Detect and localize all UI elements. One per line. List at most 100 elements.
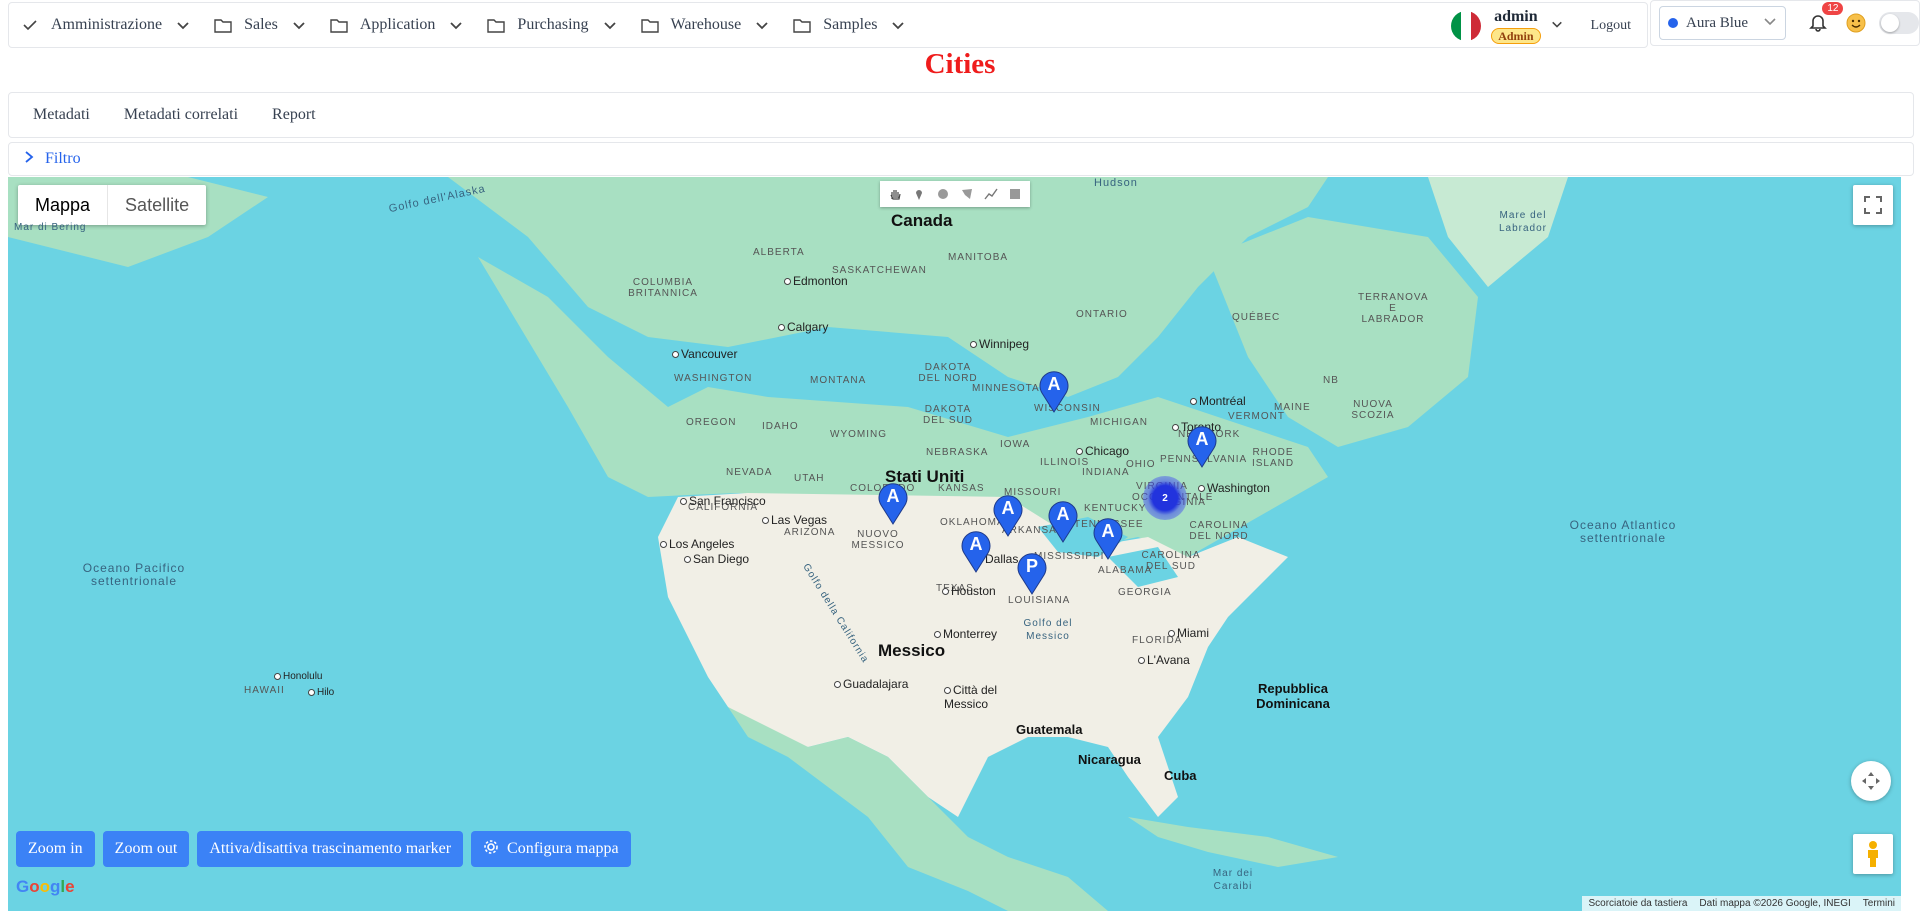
marker-label: A <box>1047 374 1061 394</box>
polyline-icon[interactable] <box>982 185 1000 203</box>
map-marker[interactable]: A <box>1092 516 1124 560</box>
polygon-icon[interactable] <box>958 185 976 203</box>
menu-samples[interactable]: Samples <box>781 3 917 47</box>
map-label-region: MONTANA <box>810 375 867 386</box>
user-menu[interactable]: admin Admin <box>1491 7 1541 44</box>
map-label-ocean: Oceano Atlantico settentrionale <box>1569 518 1677 545</box>
pegman-icon[interactable] <box>1853 834 1893 874</box>
italy-flag-icon[interactable] <box>1451 11 1482 41</box>
menu-label: Application <box>359 16 436 33</box>
map-label-region: MINNESOTA <box>972 383 1040 394</box>
map-type-control: Mappa Satellite <box>18 185 207 225</box>
map-type-satellite-button[interactable]: Satellite <box>108 185 206 225</box>
folder-icon <box>487 16 506 34</box>
gear-icon <box>483 839 499 860</box>
emoji-face-icon[interactable] <box>1845 12 1867 34</box>
map-data-credit: Dati mappa ©2026 Google, INEGI <box>1699 898 1851 909</box>
circle-icon[interactable] <box>934 185 952 203</box>
map-label-region: GEORGIA <box>1118 587 1172 598</box>
map-label-country: Guatemala <box>1016 722 1083 737</box>
map-label-city: Chicago <box>1076 444 1129 458</box>
map-label-region: LOUISIANA <box>1008 595 1071 606</box>
map-label-country: Messico <box>878 641 946 660</box>
map-view[interactable]: Mappa Satellite Canada Stati Uniti Messi… <box>8 177 1901 911</box>
map-label-country: Repubblica Dominicana <box>1256 681 1330 711</box>
map-action-buttons: Zoom in Zoom out Attiva/disattiva trasci… <box>16 831 631 867</box>
map-label-city: L'Avana <box>1138 653 1190 667</box>
map-label-region: ARIZONA <box>784 527 836 538</box>
chevron-down-icon[interactable] <box>1551 17 1563 35</box>
rectangle-icon[interactable] <box>1006 185 1024 203</box>
map-marker[interactable]: P <box>1016 551 1048 595</box>
map-label-region: DAKOTA DEL NORD <box>918 362 978 384</box>
marker-label: A <box>886 486 900 506</box>
keyboard-shortcuts-link[interactable]: Scorciatoie da tastiera <box>1588 898 1687 909</box>
map-label-city: San Diego <box>684 552 749 566</box>
fullscreen-icon[interactable] <box>1853 185 1893 225</box>
menu-label: Purchasing <box>517 16 589 33</box>
map-label-city: Miami <box>1168 626 1209 640</box>
map-type-map-button[interactable]: Mappa <box>18 185 109 225</box>
hand-icon[interactable] <box>886 185 904 203</box>
menu-label: Amministrazione <box>51 16 163 33</box>
map-label-region: ALABAMA <box>1098 565 1153 576</box>
map-label-ocean: Oceano Pacifico settentrionale <box>82 561 186 588</box>
tab-metadati[interactable]: Metadati <box>33 106 90 124</box>
marker-label: P <box>1025 556 1038 576</box>
toggle-marker-drag-button[interactable]: Attiva/disattiva trascinamento marker <box>197 831 464 867</box>
map-label-region: KANSAS <box>938 483 985 494</box>
tab-report[interactable]: Report <box>272 106 316 124</box>
map-marker[interactable]: A <box>877 481 909 525</box>
camera-control-icon[interactable] <box>1851 761 1891 801</box>
menu-sales[interactable]: Sales <box>202 3 318 47</box>
menu-warehouse[interactable]: Warehouse <box>629 3 782 47</box>
configure-map-button[interactable]: Configura mappa <box>471 831 631 867</box>
chevron-down-icon <box>603 18 617 32</box>
menu-purchasing[interactable]: Purchasing <box>475 3 628 47</box>
folder-icon <box>793 16 811 34</box>
map-label-country: Canada <box>891 211 953 230</box>
map-marker[interactable]: A <box>960 529 992 573</box>
marker-cluster[interactable]: 2 <box>1143 476 1187 520</box>
bell-icon[interactable]: 12 <box>1808 2 1844 34</box>
map-label-city: Washington <box>1198 481 1270 495</box>
user-role-badge: Admin <box>1491 27 1541 44</box>
marker-label: A <box>969 534 983 554</box>
map-label-region: MANITOBA <box>948 252 1009 263</box>
tab-bar: Metadati Metadati correlati Report <box>8 92 1914 138</box>
filter-panel-toggle[interactable]: Filtro <box>8 142 1914 176</box>
folder-icon <box>640 16 659 34</box>
marker-icon[interactable] <box>910 185 928 203</box>
logout-button[interactable]: Logout <box>1591 18 1631 34</box>
theme-select[interactable]: Aura Blue <box>1659 6 1786 40</box>
map-marker[interactable]: A <box>992 493 1024 537</box>
user-area: admin Admin Logout <box>1451 3 1631 49</box>
map-label-city: Città del Messico <box>944 683 1014 711</box>
map-label-ocean: Mare del Labrador <box>1498 210 1548 234</box>
map-label-region: CAROLINA DEL NORD <box>1189 520 1249 542</box>
chevron-right-icon <box>23 150 35 169</box>
chevron-down-icon <box>449 18 463 32</box>
map-marker[interactable]: A <box>1186 424 1218 468</box>
theme-select-value: Aura Blue <box>1686 14 1749 31</box>
user-name: admin <box>1494 7 1538 25</box>
map-marker[interactable]: A <box>1038 369 1070 413</box>
marker-label: A <box>1001 498 1015 518</box>
map-label-country: Nicaragua <box>1078 752 1141 767</box>
terms-link[interactable]: Termini <box>1863 898 1895 909</box>
map-label-city: Honolulu <box>274 671 322 682</box>
folder-icon <box>214 16 232 34</box>
zoom-out-button[interactable]: Zoom out <box>102 831 190 867</box>
map-marker[interactable]: A <box>1047 499 1079 543</box>
map-label-region: KENTUCKY <box>1084 503 1147 514</box>
marker-label: A <box>1195 429 1209 449</box>
menu-application[interactable]: Application <box>318 3 476 47</box>
dark-mode-toggle[interactable] <box>1879 12 1919 34</box>
map-label-city: Calgary <box>778 320 828 334</box>
map-label-city: Houston <box>942 584 996 598</box>
zoom-in-button[interactable]: Zoom in <box>16 831 95 867</box>
tab-metadati-correlati[interactable]: Metadati correlati <box>124 106 238 124</box>
marker-label: A <box>1056 504 1070 524</box>
menu-amministrazione[interactable]: Amministrazione <box>9 3 202 47</box>
menu-label: Sales <box>244 16 278 33</box>
